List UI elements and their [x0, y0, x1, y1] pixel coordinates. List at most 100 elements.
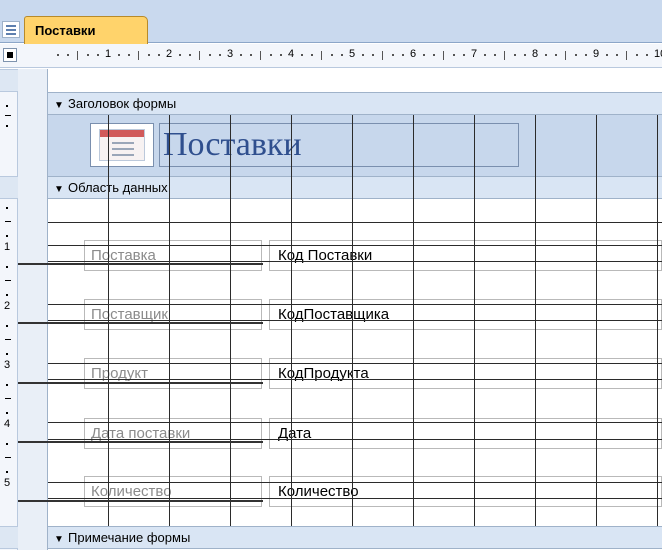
horizontal-ruler: 1 2 3 4 5 6 7 8 9 10 — [47, 47, 662, 64]
label-postavka[interactable]: Поставка — [84, 240, 262, 271]
section-bar-detail[interactable]: ▼ Область данных — [48, 176, 662, 199]
ruler-dot — [97, 54, 99, 56]
row-line — [18, 441, 263, 443]
ruler-mid-tick — [5, 221, 11, 222]
ruler-mid-tick — [77, 51, 78, 60]
ruler-dot — [392, 54, 394, 56]
section-bar-header[interactable]: ▼ Заголовок формы — [48, 92, 662, 115]
ruler-mid-tick — [443, 51, 444, 60]
ruler-mid-tick — [5, 339, 11, 340]
section-arrow-icon: ▼ — [54, 100, 64, 111]
ruler-dot — [6, 384, 8, 386]
ruler-dot — [57, 54, 59, 56]
section-bar-footer[interactable]: ▼ Примечание формы — [48, 526, 662, 549]
ruler-dot — [158, 54, 160, 56]
section-bar-detail-label: Область данных — [68, 180, 168, 195]
vertical-ruler-detail-band — [0, 176, 18, 199]
ruler-dot — [646, 54, 648, 56]
ruler-dot — [585, 54, 587, 56]
ruler-dot — [6, 325, 8, 327]
section-bar-footer-label: Примечание формы — [68, 530, 191, 545]
ruler-dot — [463, 54, 465, 56]
vertical-ruler: 1 2 3 4 5 — [0, 69, 18, 550]
ruler-dot — [636, 54, 638, 56]
ruler-mid-tick — [626, 51, 627, 60]
row-line — [18, 382, 263, 384]
ruler-dot — [524, 54, 526, 56]
ruler-dot — [555, 54, 557, 56]
ruler-dot — [128, 54, 130, 56]
ruler-number: 9 — [593, 48, 600, 60]
document-tab-strip: Поставки — [0, 0, 662, 44]
ruler-dot — [575, 54, 577, 56]
ruler-number: 7 — [471, 48, 478, 60]
ruler-dot — [6, 443, 8, 445]
section-selector-gutter — [18, 69, 48, 550]
ruler-mid-tick — [138, 51, 139, 60]
ruler-number: 3 — [4, 359, 11, 371]
tab-label: Поставки — [35, 23, 96, 38]
field-kod-postavki[interactable]: Код Поставки — [269, 240, 662, 271]
ruler-dot — [6, 266, 8, 268]
ruler-number: 2 — [166, 48, 173, 60]
ruler-dot — [433, 54, 435, 56]
label-postavshchik[interactable]: Поставщик — [84, 299, 262, 330]
form-title-label[interactable]: Поставки — [159, 123, 519, 167]
ruler-dot — [6, 412, 8, 414]
ruler-dot — [514, 54, 516, 56]
ruler-dot — [280, 54, 282, 56]
label-produkt[interactable]: Продукт — [84, 358, 262, 389]
ruler-dot — [301, 54, 303, 56]
ruler-mid-tick — [504, 51, 505, 60]
ruler-dot — [606, 54, 608, 56]
form-header-section: Поставки — [48, 115, 662, 176]
label-kolichestvo[interactable]: Количество — [84, 476, 262, 507]
field-kod-postavshchika[interactable]: КодПоставщика — [269, 299, 662, 330]
ruler-dot — [494, 54, 496, 56]
ruler-dot — [250, 54, 252, 56]
form-logo-icon[interactable] — [90, 123, 154, 167]
ruler-dot — [341, 54, 343, 56]
ruler-number: 1 — [4, 241, 11, 253]
ruler-mid-tick — [5, 280, 11, 281]
ruler-mid-tick — [5, 457, 11, 458]
ruler-number: 3 — [227, 48, 234, 60]
row-line — [18, 322, 263, 324]
ruler-mid-tick — [321, 51, 322, 60]
ruler-dot — [545, 54, 547, 56]
ruler-dot — [240, 54, 242, 56]
ruler-dot — [6, 235, 8, 237]
field-kod-produkta[interactable]: КодПродукта — [269, 358, 662, 389]
ruler-dot — [270, 54, 272, 56]
ruler-dot — [6, 353, 8, 355]
ruler-number: 8 — [532, 48, 539, 60]
ruler-dot — [6, 125, 8, 127]
ruler-number: 4 — [288, 48, 295, 60]
ruler-mid-tick — [260, 51, 261, 60]
ruler-dot — [179, 54, 181, 56]
ruler-number: 5 — [4, 477, 11, 489]
form-view-icon[interactable] — [2, 21, 20, 38]
ruler-dot — [6, 294, 8, 296]
row-line — [18, 263, 263, 265]
field-data[interactable]: Дата — [269, 418, 662, 449]
ruler-dot — [402, 54, 404, 56]
form-selector-button[interactable] — [3, 48, 17, 62]
tab-postavki[interactable]: Поставки — [24, 16, 148, 44]
ruler-dot — [209, 54, 211, 56]
field-kolichestvo[interactable]: Количество — [269, 476, 662, 507]
ruler-dot — [362, 54, 364, 56]
ruler-dot — [6, 471, 8, 473]
label-data-postavki[interactable]: Дата поставки — [84, 418, 262, 449]
ruler-dot — [423, 54, 425, 56]
ruler-dot — [189, 54, 191, 56]
ruler-mid-tick — [5, 398, 11, 399]
ruler-number: 5 — [349, 48, 356, 60]
ruler-dot — [87, 54, 89, 56]
ruler-dot — [219, 54, 221, 56]
ruler-number: 4 — [4, 418, 11, 430]
vertical-ruler-header-band — [0, 69, 18, 92]
row-line — [18, 500, 263, 502]
ruler-dot — [616, 54, 618, 56]
ruler-dot — [311, 54, 313, 56]
